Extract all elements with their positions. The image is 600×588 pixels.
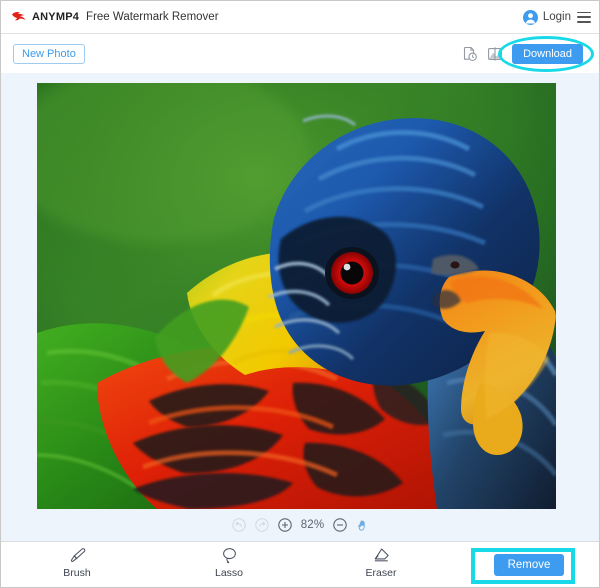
brand-logo[interactable]: ANYMP4 bbox=[11, 10, 79, 24]
tool-brush-label: Brush bbox=[63, 567, 91, 579]
app-title: Free Watermark Remover bbox=[86, 11, 219, 23]
tool-eraser-label: Eraser bbox=[365, 567, 397, 579]
tool-list: Brush Lasso Eraser bbox=[1, 542, 457, 587]
tool-bottom-bar: Brush Lasso Eraser Remove bbox=[1, 541, 599, 587]
editor-toolbar: New Photo Download bbox=[1, 35, 599, 73]
remove-area: Remove bbox=[457, 542, 599, 587]
tool-lasso-label: Lasso bbox=[214, 567, 244, 579]
compare-image-icon[interactable] bbox=[487, 46, 503, 62]
tool-brush[interactable]: Brush bbox=[1, 546, 153, 579]
undo-icon[interactable] bbox=[231, 518, 246, 532]
eraser-icon bbox=[372, 546, 391, 565]
redo-icon[interactable] bbox=[254, 518, 269, 532]
history-clock-icon[interactable] bbox=[462, 46, 478, 62]
editor-canvas[interactable]: 82% bbox=[1, 73, 599, 541]
zoom-out-icon[interactable] bbox=[333, 518, 348, 532]
tool-eraser[interactable]: Eraser bbox=[305, 546, 457, 579]
brush-icon bbox=[68, 546, 87, 565]
anymp4-bird-logo-icon bbox=[11, 10, 27, 24]
zoom-in-icon[interactable] bbox=[277, 518, 292, 532]
toolbar-right-actions: Download bbox=[462, 36, 595, 72]
zoom-controls: 82% bbox=[1, 512, 599, 538]
photo-preview[interactable] bbox=[37, 83, 556, 509]
hand-pan-icon[interactable] bbox=[356, 518, 370, 532]
download-button[interactable]: Download bbox=[512, 44, 583, 64]
brand-name: ANYMP4 bbox=[32, 11, 80, 23]
login-label[interactable]: Login bbox=[543, 11, 571, 23]
remove-button[interactable]: Remove bbox=[493, 553, 565, 576]
lasso-icon bbox=[220, 546, 239, 565]
user-avatar-icon[interactable] bbox=[522, 9, 538, 25]
new-photo-button[interactable]: New Photo bbox=[13, 44, 85, 64]
app-header: ANYMP4 Free Watermark Remover Login bbox=[1, 1, 599, 34]
download-area: Download bbox=[498, 36, 595, 72]
tool-lasso[interactable]: Lasso bbox=[153, 546, 305, 579]
hamburger-menu-icon[interactable] bbox=[577, 11, 591, 23]
zoom-level-label: 82% bbox=[300, 519, 325, 531]
header-actions: Login bbox=[522, 9, 591, 25]
watermark-remover-window: ANYMP4 Free Watermark Remover Login New … bbox=[0, 0, 600, 588]
